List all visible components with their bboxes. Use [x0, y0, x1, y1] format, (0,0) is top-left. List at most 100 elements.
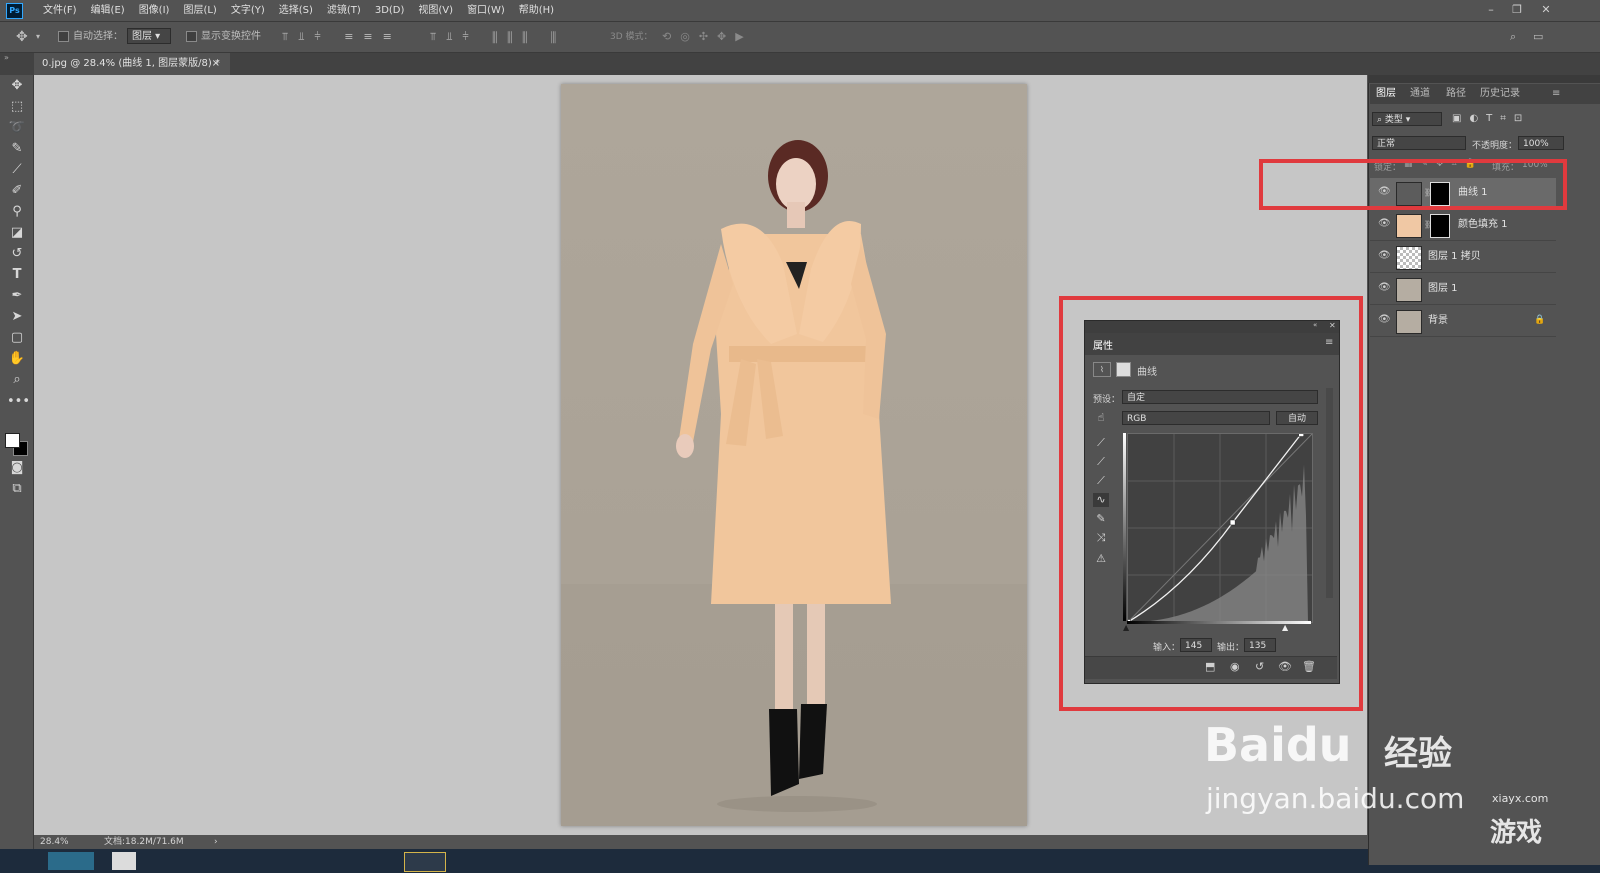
menu-item[interactable]: 文字(Y)	[224, 3, 272, 18]
brush-tool-icon[interactable]: ✐	[7, 182, 27, 200]
menu-item[interactable]: 3D(D)	[368, 3, 412, 18]
eye-icon[interactable]: 👁	[1378, 283, 1391, 293]
photoshop-logo: Ps	[6, 3, 23, 19]
model-photo	[561, 140, 1027, 826]
menu-item[interactable]: 窗口(W)	[460, 3, 512, 18]
panel-collapse-icon[interactable]: »	[4, 53, 9, 62]
opacity-field[interactable]: 100%	[1518, 136, 1564, 150]
document-tab-bar: » 0.jpg @ 28.4% (曲线 1, 图层蒙版/8) * ×	[0, 53, 1600, 75]
panel-menu-icon[interactable]: ≡	[1552, 86, 1560, 102]
panel-header-strip	[1368, 75, 1600, 83]
menu-item[interactable]: 选择(S)	[272, 3, 320, 18]
hand-tool-icon[interactable]: ✋	[7, 350, 27, 368]
watermark-url: jingyan.baidu.com	[1206, 782, 1465, 815]
workspace-icon[interactable]: ▭	[1533, 30, 1543, 44]
menu-item[interactable]: 图层(L)	[176, 3, 223, 18]
status-bar: 28.4% 文档:18.2M/71.6M ›	[34, 835, 1367, 849]
chevron-down-icon[interactable]: ▾	[36, 30, 40, 44]
taskbar	[0, 849, 1600, 873]
quick-select-tool-icon[interactable]: ✎	[7, 140, 27, 158]
watermark-brand: Baidu	[1204, 718, 1352, 772]
highlight-box-layer	[1259, 159, 1567, 210]
layer-mask-thumbnail[interactable]	[1430, 214, 1450, 238]
eyedropper-tool-icon[interactable]: ⟋	[7, 161, 27, 179]
screen-mode-icon[interactable]: ⧉	[7, 480, 27, 498]
menu-item[interactable]: 文件(F)	[36, 3, 84, 18]
watermark-corner-url: xiayx.com	[1492, 792, 1549, 805]
layer-row-color-fill[interactable]: 👁 ⛓ 颜色填充 1	[1370, 210, 1556, 241]
foreground-color-swatch[interactable]	[5, 433, 20, 448]
quick-mask-icon[interactable]: ◙	[7, 459, 27, 477]
3d-mode-icons[interactable]: ⟲◎✣✥▶	[662, 30, 753, 44]
blend-mode-dropdown[interactable]: 正常	[1372, 136, 1466, 150]
tools-panel: ✥ ⬚ ➰ ✎ ⟋ ✐ ⚲ ◪ ↺ T ✒ ➤ ▢ ✋ ⌕ ••• ◙ ⧉	[0, 75, 34, 865]
eraser-tool-icon[interactable]: ◪	[7, 224, 27, 242]
watermark-corner-text: 游戏	[1490, 818, 1543, 848]
auto-select-dropdown[interactable]: 图层 ▾	[127, 28, 171, 44]
watermark-brand-cn: 经验	[1384, 734, 1452, 774]
layer-filter-label: 类型	[1384, 115, 1403, 125]
layer-row-layer1-copy[interactable]: 👁 图层 1 拷贝	[1370, 242, 1556, 273]
layer-name: 图层 1 拷贝	[1428, 251, 1481, 262]
tab-layers[interactable]: 图层	[1376, 86, 1396, 102]
tab-paths[interactable]: 路径	[1446, 86, 1466, 102]
layer-name: 图层 1	[1428, 283, 1458, 294]
search-icon[interactable]: ⌕	[1510, 30, 1516, 44]
history-brush-icon[interactable]: ↺	[7, 245, 27, 263]
type-tool-icon[interactable]: T	[7, 266, 27, 284]
menu-item[interactable]: 视图(V)	[411, 3, 460, 18]
opacity-label: 不透明度：	[1472, 141, 1518, 151]
tab-history[interactable]: 历史记录	[1480, 86, 1520, 102]
transparent-thumbnail	[1396, 246, 1422, 270]
distribute-buttons[interactable]: ⫪⫫⫩ ⫼⫼⫼ ⫼	[430, 30, 566, 44]
eye-icon[interactable]: 👁	[1378, 219, 1391, 229]
marquee-tool-icon[interactable]: ⬚	[7, 98, 27, 116]
layer-filter-icons[interactable]: ▣◐T⌗⊡	[1452, 113, 1530, 124]
zoom-level[interactable]: 28.4%	[40, 835, 69, 849]
lasso-tool-icon[interactable]: ➰	[7, 119, 27, 137]
document-tab[interactable]: 0.jpg @ 28.4% (曲线 1, 图层蒙版/8) * ×	[34, 53, 230, 75]
close-tab-icon[interactable]: ×	[212, 53, 220, 75]
move-tool-icon[interactable]: ✥	[7, 77, 27, 95]
shape-tool-icon[interactable]: ▢	[7, 329, 27, 347]
menu-item[interactable]: 图像(I)	[132, 3, 177, 18]
layer-name: 颜色填充 1	[1458, 219, 1508, 230]
color-fill-thumbnail	[1396, 214, 1422, 238]
menu-bar: Ps 文件(F) 编辑(E) 图像(I) 图层(L) 文字(Y) 选择(S) 滤镜(T) 3D…	[0, 0, 1600, 22]
taskbar-app-active[interactable]	[404, 852, 446, 872]
menu-item[interactable]: 滤镜(T)	[320, 3, 368, 18]
minimize-icon[interactable]: –	[1480, 2, 1502, 18]
menu-item[interactable]: 编辑(E)	[84, 3, 132, 18]
eye-icon[interactable]: 👁	[1378, 315, 1391, 325]
document-image[interactable]	[561, 84, 1027, 826]
layer-name: 背景	[1428, 315, 1448, 326]
tab-channels[interactable]: 通道	[1410, 86, 1430, 102]
pen-tool-icon[interactable]: ✒	[7, 287, 27, 305]
more-tools-icon[interactable]: •••	[7, 393, 30, 411]
lock-icon[interactable]: 🔒	[1534, 315, 1545, 325]
taskbar-app[interactable]	[48, 852, 94, 870]
menu-item[interactable]: 帮助(H)	[512, 3, 561, 18]
close-window-icon[interactable]: ✕	[1535, 2, 1557, 18]
move-tool-icon[interactable]: ✥	[16, 30, 28, 44]
opacity-value: 100%	[1523, 139, 1549, 149]
layer-filter-dropdown[interactable]: ⌕ 类型 ▾	[1372, 112, 1442, 126]
restore-icon[interactable]: ❐	[1506, 2, 1528, 18]
stamp-tool-icon[interactable]: ⚲	[7, 203, 27, 221]
taskbar-app[interactable]	[112, 852, 136, 870]
blend-mode-value: 正常	[1377, 139, 1396, 149]
options-bar: ✥ ▾ 自动选择： 图层 ▾ 显示变换控件 ⫪⫫⫩ ≡≡≡ ⫪⫫⫩ ⫼⫼⫼ ⫼ …	[0, 22, 1600, 53]
document-info: 文档:18.2M/71.6M	[104, 837, 184, 847]
show-transform-label: 显示变换控件	[201, 31, 261, 42]
layer-row-background[interactable]: 👁 背景 🔒	[1370, 306, 1556, 337]
menu-items: 文件(F) 编辑(E) 图像(I) 图层(L) 文字(Y) 选择(S) 滤镜(T) 3D(D)…	[36, 3, 561, 18]
eye-icon[interactable]: 👁	[1378, 251, 1391, 261]
layer-row-layer1[interactable]: 👁 图层 1	[1370, 274, 1556, 305]
status-arrow-icon[interactable]: ›	[214, 835, 218, 849]
align-buttons[interactable]: ⫪⫫⫩ ≡≡≡	[282, 30, 402, 44]
show-transform-checkbox[interactable]: 显示变换控件	[186, 30, 261, 44]
zoom-tool-icon[interactable]: ⌕	[7, 371, 27, 389]
path-select-icon[interactable]: ➤	[7, 308, 27, 326]
auto-select-checkbox[interactable]: 自动选择：	[58, 30, 123, 44]
auto-select-label: 自动选择：	[73, 31, 123, 42]
